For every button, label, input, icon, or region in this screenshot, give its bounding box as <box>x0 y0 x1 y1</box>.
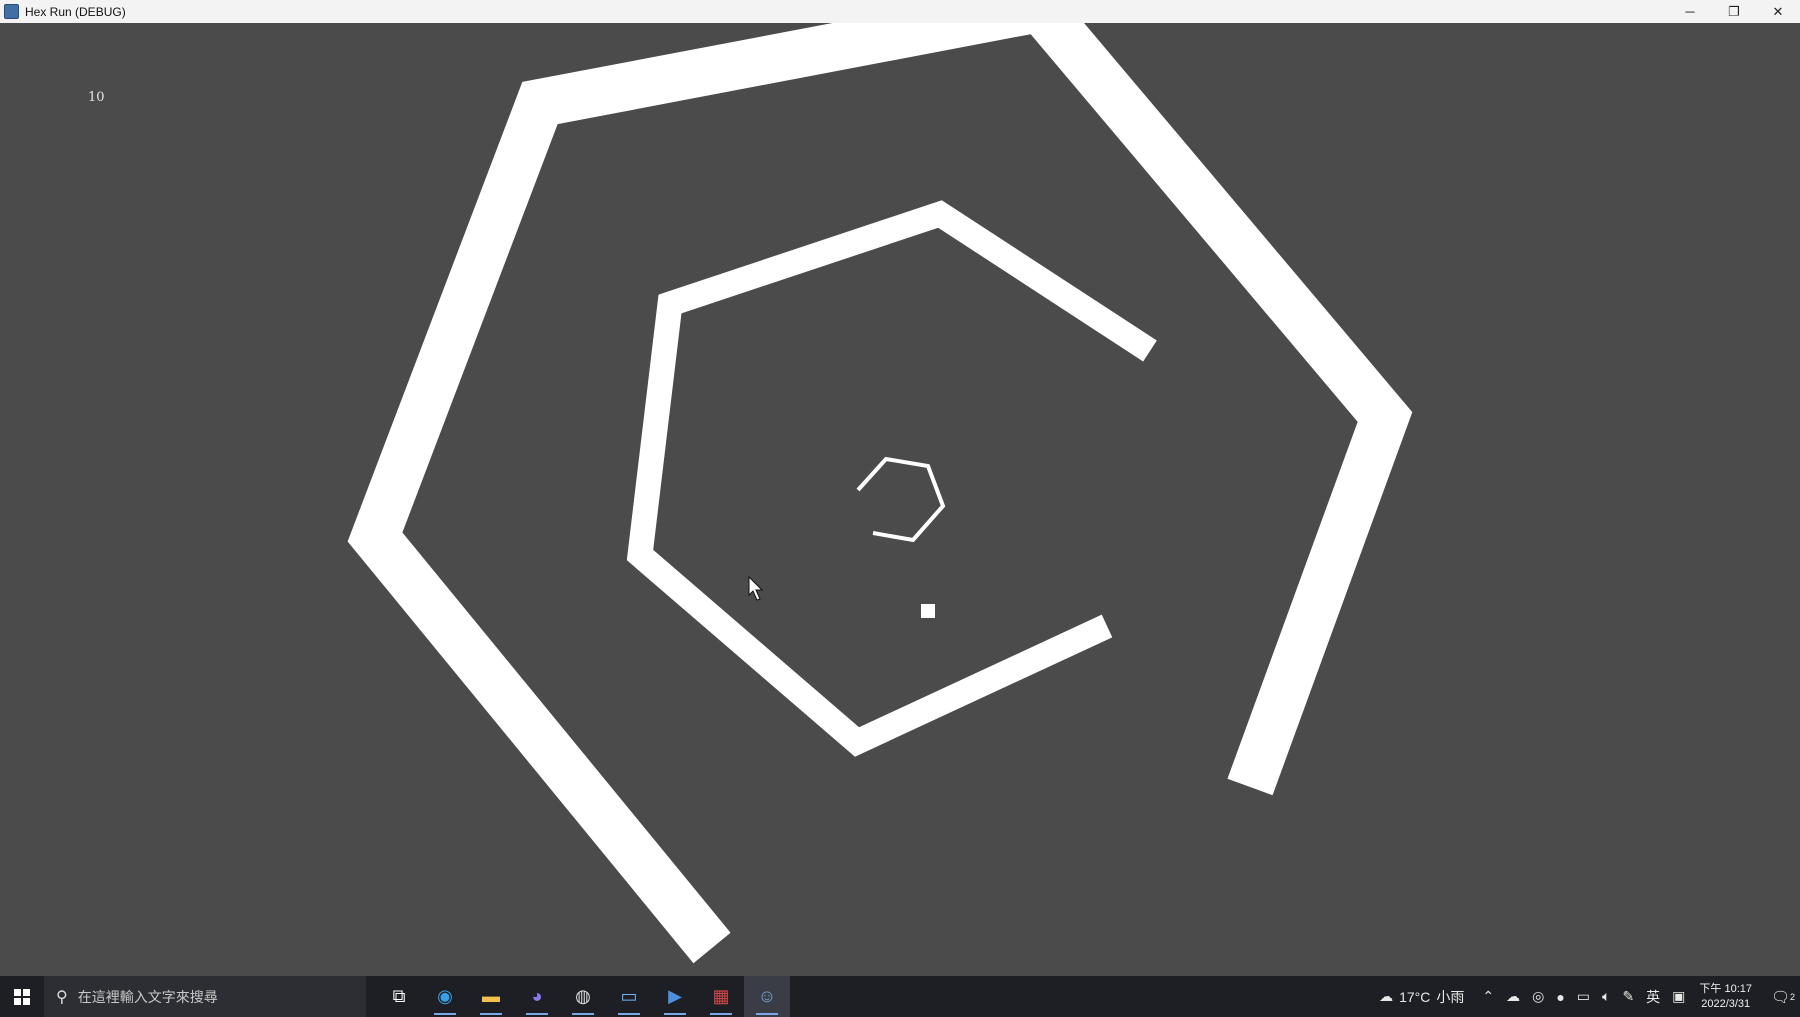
file-explorer-button[interactable]: ▬ <box>468 976 514 1017</box>
edge-icon: ◉ <box>437 986 453 1006</box>
ime-indicator[interactable]: 英 <box>1646 987 1660 1007</box>
close-button[interactable]: ✕ <box>1756 0 1800 23</box>
score-label: 10 <box>88 90 105 105</box>
cloud-rain-icon: ☁ <box>1379 988 1394 1004</box>
pen-icon[interactable]: ✎ <box>1622 988 1634 1005</box>
mouse-pointer-icon <box>748 575 764 601</box>
search-icon: ⚲ <box>56 988 68 1006</box>
notification-count: 2 <box>1790 991 1796 1002</box>
game-window: Hex Run (DEBUG) ─ ❐ ✕ 10 ⚲ 在這裡輸入文字來搜尋 ⧉ … <box>0 0 1800 1017</box>
middle-hex-wall <box>626 200 1157 757</box>
camera-icon[interactable]: ◎ <box>1532 988 1544 1005</box>
minimize-button[interactable]: ─ <box>1668 0 1712 23</box>
obs-icon: ◍ <box>575 986 591 1006</box>
notification-icon: 🗨︎ <box>1770 988 1791 1006</box>
godot-icon: ☺ <box>757 986 777 1006</box>
input-mode-icon[interactable]: ▣ <box>1672 988 1685 1005</box>
app-icon <box>4 4 19 19</box>
task-view-button[interactable]: ⧉ <box>376 976 422 1017</box>
volume-icon[interactable]: 🔈︎ <box>1602 988 1610 1005</box>
clock-date: 2022/3/31 <box>1701 997 1751 1010</box>
discord-button[interactable]: ◕ <box>514 976 560 1017</box>
outer-hex-wall <box>347 23 1413 964</box>
restore-button[interactable]: ❐ <box>1712 0 1756 23</box>
taskbar: ⚲ 在這裡輸入文字來搜尋 ⧉ ◉ ▬ ◕ ◍ ▭ ▶ ▦ ☺ ☁ 17°C 小雨… <box>0 976 1800 1017</box>
obs-button[interactable]: ◍ <box>560 976 606 1017</box>
onedrive-icon[interactable]: ☁ <box>1506 988 1520 1005</box>
player-square <box>921 604 935 618</box>
weather-temperature: 17°C <box>1399 988 1431 1005</box>
clock[interactable]: 下午 10:17 2022/3/31 <box>1699 982 1752 1012</box>
godot-button[interactable]: ☺ <box>744 976 790 1017</box>
start-button[interactable] <box>0 976 44 1017</box>
media-button[interactable]: ▶ <box>652 976 698 1017</box>
discord-icon: ◕ <box>531 986 543 1006</box>
chevron-up-icon[interactable]: ⌃ <box>1482 988 1494 1005</box>
search-box[interactable]: ⚲ 在這裡輸入文字來搜尋 <box>44 976 366 1017</box>
monitor-icon: ▭ <box>620 986 638 1006</box>
remote-desktop-button[interactable]: ▭ <box>606 976 652 1017</box>
media-icon: ▶ <box>668 986 682 1006</box>
winrar-button[interactable]: ▦ <box>698 976 744 1017</box>
search-placeholder: 在這裡輸入文字來搜尋 <box>77 988 218 1005</box>
weather-condition: 小雨 <box>1436 988 1465 1005</box>
folder-icon: ▬ <box>482 986 500 1006</box>
microphone-icon[interactable]: ● <box>1556 989 1564 1005</box>
title-bar[interactable]: Hex Run (DEBUG) ─ ❐ ✕ <box>0 0 1800 24</box>
notification-button[interactable]: 🗨︎ 2 <box>1766 976 1800 1017</box>
game-canvas <box>347 23 1413 964</box>
edge-button[interactable]: ◉ <box>422 976 468 1017</box>
game-viewport[interactable]: 10 <box>0 23 1800 976</box>
archive-icon: ▦ <box>712 986 730 1006</box>
weather-widget[interactable]: ☁ 17°C 小雨 <box>1373 987 1464 1007</box>
network-icon[interactable]: ▭ <box>1577 988 1590 1005</box>
system-tray: ☁ 17°C 小雨 ⌃ ☁ ◎ ● ▭ 🔈︎ ✎ 英 ▣ 下午 10:17 20… <box>1373 976 1800 1017</box>
window-title: Hex Run (DEBUG) <box>25 4 126 19</box>
center-hex <box>856 456 946 543</box>
clock-time: 下午 10:17 <box>1699 982 1752 995</box>
windows-logo-icon <box>14 988 30 1005</box>
